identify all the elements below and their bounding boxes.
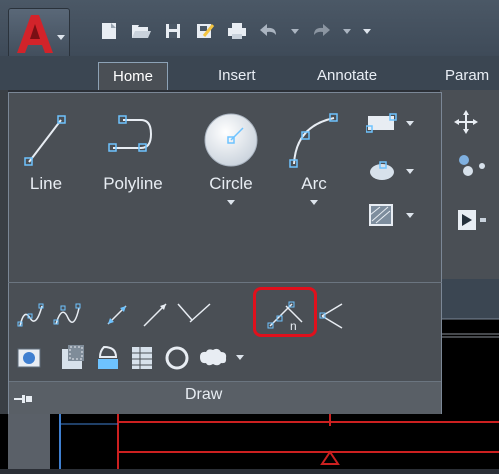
ray-icon[interactable] <box>140 300 170 330</box>
rectangle-dropdown-icon[interactable] <box>406 120 414 126</box>
circle-icon <box>204 113 258 167</box>
tab-parametric[interactable]: Param <box>431 62 499 89</box>
boundary-icon[interactable] <box>94 343 124 373</box>
donut-icon[interactable] <box>162 343 192 373</box>
multiple-points-icon[interactable] <box>176 300 216 330</box>
modify-panel <box>440 90 499 280</box>
spline-cv-icon[interactable] <box>52 300 82 330</box>
table-icon[interactable] <box>126 343 156 373</box>
region-icon[interactable] <box>16 345 42 371</box>
autocad-logo-icon <box>17 15 65 53</box>
quick-access-toolbar <box>98 14 372 48</box>
drawing-area-right <box>442 279 499 414</box>
polyline-label: Polyline <box>103 174 163 193</box>
arc-button[interactable]: Arc <box>286 112 342 205</box>
panel-title: Draw <box>185 386 223 403</box>
hatch-icon <box>369 204 393 226</box>
polyline-icon <box>108 115 153 152</box>
pin-icon[interactable] <box>12 392 36 406</box>
gradient-icon[interactable] <box>58 343 88 373</box>
rectangle-icon <box>366 113 397 133</box>
drawing-area[interactable] <box>0 414 499 469</box>
tab-insert[interactable]: Insert <box>204 62 270 89</box>
rectangle-button[interactable] <box>366 110 426 136</box>
undo-dropdown-icon[interactable] <box>290 26 300 36</box>
ellipse-dropdown-icon[interactable] <box>406 168 414 174</box>
ellipse-icon <box>370 161 394 180</box>
line-icon <box>24 115 66 166</box>
arc-dropdown-icon[interactable] <box>310 200 318 205</box>
save-icon[interactable] <box>162 20 184 42</box>
expanded-row-1: n <box>16 296 436 336</box>
ribbon-tab-bar: Home Insert Annotate Param <box>0 56 499 90</box>
tab-home[interactable]: Home <box>98 62 169 90</box>
expanded-row-2 <box>16 341 436 377</box>
spline-fit-icon[interactable] <box>16 300 46 330</box>
plot-icon[interactable] <box>226 20 248 42</box>
arc-label: Arc <box>301 174 327 193</box>
panel-separator <box>8 282 442 283</box>
vertical-scrollbar[interactable] <box>8 414 50 469</box>
tab-annotate[interactable]: Annotate <box>303 62 391 89</box>
circle-label: Circle <box>209 174 253 193</box>
move-icon[interactable] <box>454 110 478 134</box>
arc-icon <box>289 113 338 168</box>
new-icon[interactable] <box>98 20 120 42</box>
line-label: Line <box>29 174 63 193</box>
construction-line-icon[interactable] <box>102 300 132 330</box>
circle-dropdown-icon[interactable] <box>227 200 235 205</box>
redo-dropdown-icon[interactable] <box>342 26 352 36</box>
copy-icon[interactable] <box>456 154 486 178</box>
save-as-icon[interactable] <box>194 20 216 42</box>
redo-icon[interactable] <box>310 20 332 42</box>
stretch-icon[interactable] <box>456 208 486 232</box>
polyline-button[interactable]: Polyline <box>90 112 176 194</box>
application-menu-button[interactable] <box>8 8 70 62</box>
open-icon[interactable] <box>130 20 152 42</box>
line-button[interactable]: Line <box>18 112 74 194</box>
left-edge <box>0 90 8 469</box>
hatch-dropdown-icon[interactable] <box>406 212 414 218</box>
customize-dropdown-icon[interactable] <box>362 26 372 36</box>
undo-icon[interactable] <box>258 20 280 42</box>
hatch-tool-button[interactable] <box>366 200 426 230</box>
wipeout-icon[interactable] <box>318 300 352 330</box>
revision-cloud-icon <box>200 348 227 366</box>
hatch-button[interactable] <box>366 158 426 184</box>
highlight-divide-tool <box>253 287 317 337</box>
panel-footer <box>9 381 441 414</box>
circle-button[interactable]: Circle <box>196 110 266 205</box>
revision-cloud-button[interactable] <box>196 345 244 369</box>
revision-cloud-dropdown-icon[interactable] <box>236 354 244 360</box>
